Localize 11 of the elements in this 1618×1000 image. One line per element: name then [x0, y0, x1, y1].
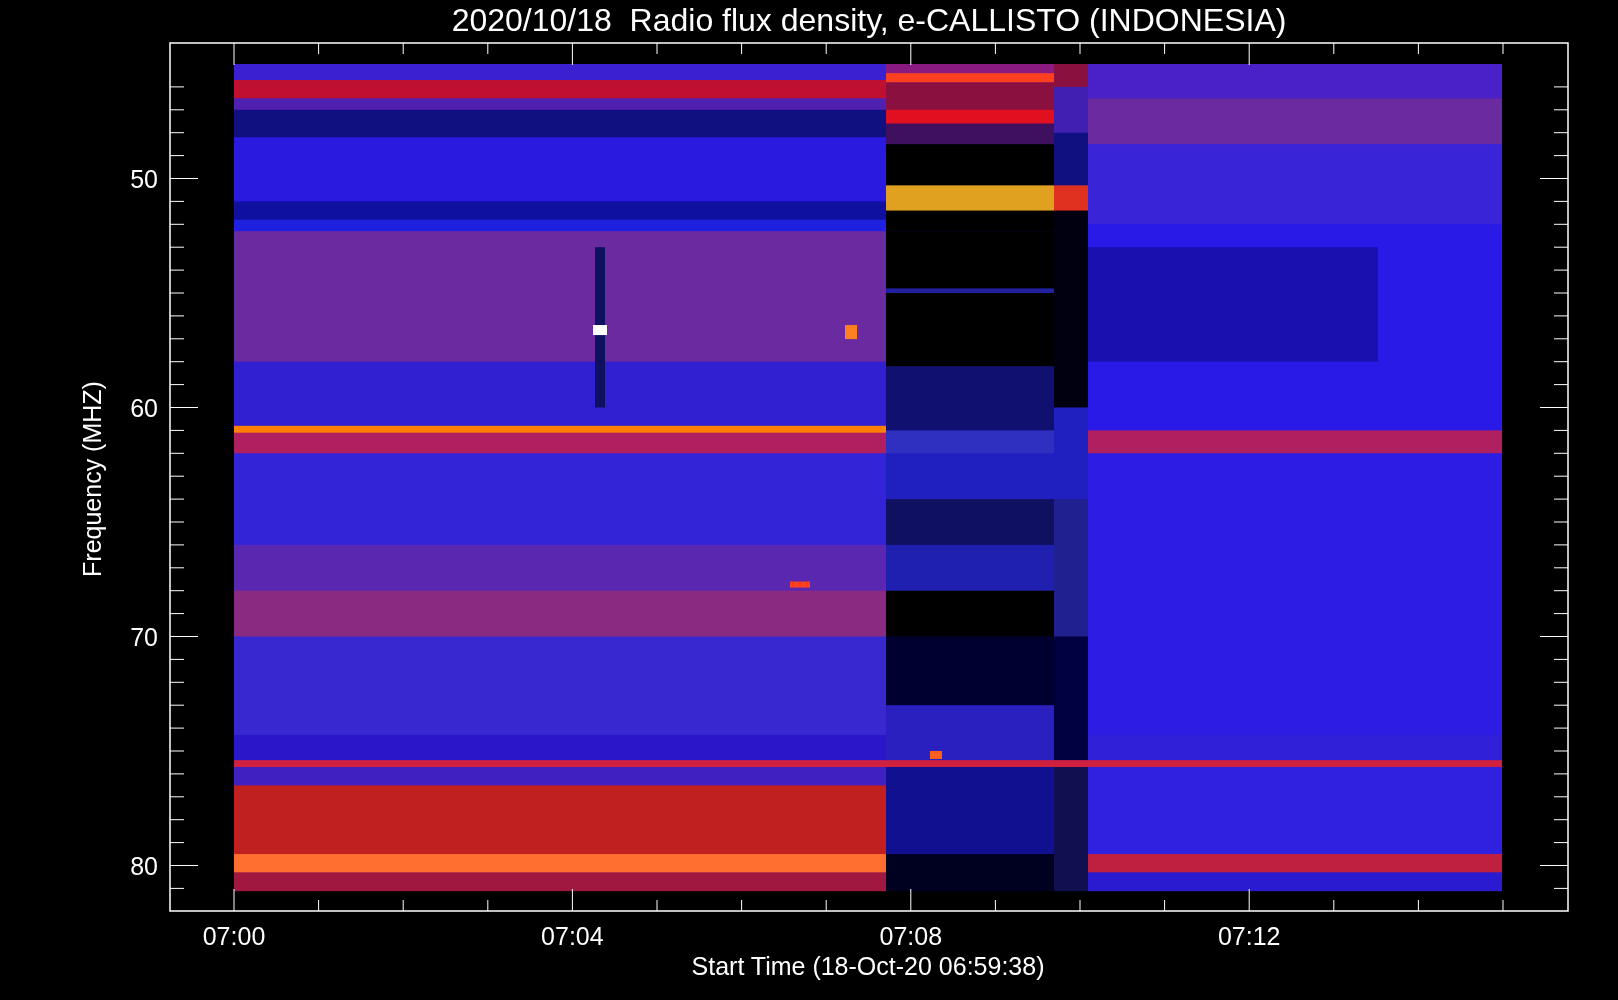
y-tick-label: 60 [130, 393, 158, 422]
x-tick-label: 07:04 [541, 922, 604, 950]
chart-title: 2020/10/18 Radio flux density, e-CALLISTO (INDONESIA) [451, 2, 1287, 38]
x-tick-label: 07:12 [1217, 922, 1281, 950]
y-axis-label: Frequency (MHZ) [78, 381, 106, 577]
x-tick-label: 07:08 [879, 922, 943, 950]
y-tick-label: 50 [130, 164, 158, 193]
x-axis-label: Start Time (18-Oct-20 06:59:38) [691, 952, 1045, 980]
y-tick-label: 70 [130, 622, 158, 651]
x-tick-label: 07:00 [202, 922, 266, 950]
y-tick-label: 80 [130, 851, 158, 880]
